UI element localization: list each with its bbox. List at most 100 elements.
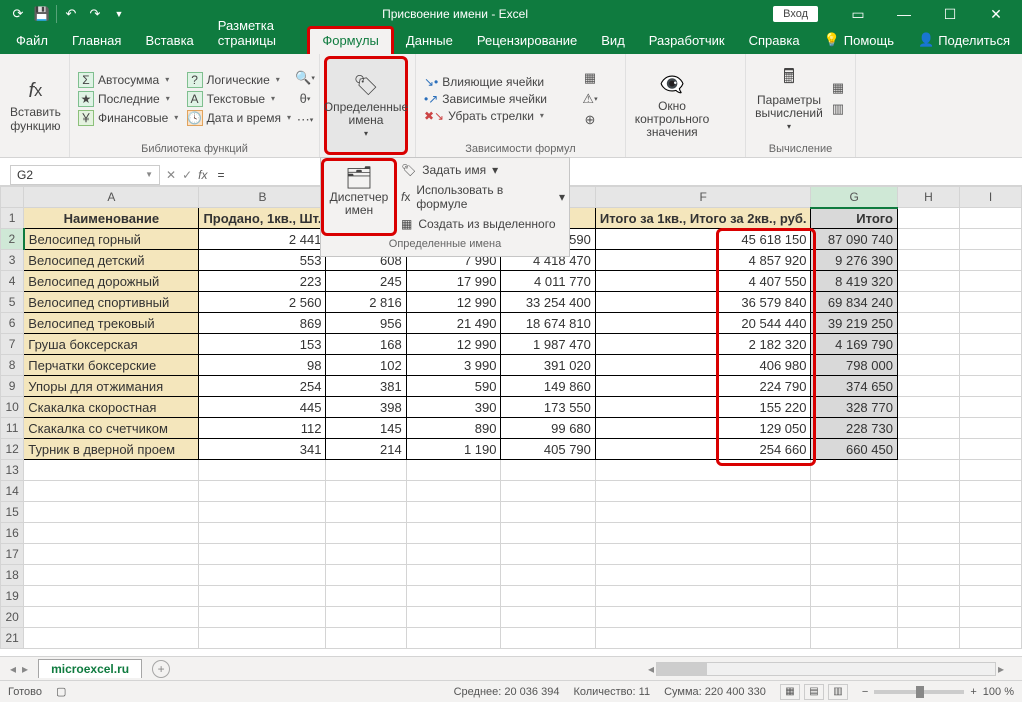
cell[interactable] — [199, 607, 326, 628]
cell[interactable] — [406, 544, 501, 565]
tab-formulas[interactable]: Формулы — [307, 26, 394, 54]
watch-window-button[interactable]: 👁‍🗨 Окно контрольного значения — [630, 56, 714, 155]
cell[interactable]: 2 816 — [326, 292, 406, 313]
cell[interactable]: 398 — [326, 397, 406, 418]
ribbon-options-icon[interactable]: ▭ — [838, 0, 878, 28]
cell[interactable]: 98 — [199, 355, 326, 376]
cell[interactable] — [811, 502, 897, 523]
row-header[interactable]: 10 — [1, 397, 24, 418]
cell[interactable] — [406, 481, 501, 502]
row-header[interactable]: 19 — [1, 586, 24, 607]
cell[interactable]: 956 — [326, 313, 406, 334]
cell[interactable] — [24, 460, 199, 481]
cell[interactable]: 390 — [406, 397, 501, 418]
insert-function-button[interactable]: fx Вставить функцию — [4, 56, 67, 155]
cell[interactable]: 36 579 840 — [595, 292, 811, 313]
tab-insert[interactable]: Вставка — [133, 29, 205, 54]
row-header[interactable]: 1 — [1, 208, 24, 229]
trace-precedents-button[interactable]: ↘•Влияющие ячейки — [420, 74, 580, 90]
cell[interactable]: 2 441 — [199, 229, 326, 250]
cell[interactable] — [897, 502, 959, 523]
cell[interactable] — [959, 586, 1021, 607]
cell[interactable] — [959, 607, 1021, 628]
table-header-cell[interactable]: Итого — [811, 208, 897, 229]
hscrollbar[interactable] — [656, 662, 996, 676]
cell[interactable] — [595, 502, 811, 523]
recent-button[interactable]: ★Последние▾ — [74, 90, 183, 108]
cell[interactable]: 228 730 — [811, 418, 897, 439]
sheet-tab[interactable]: microexcel.ru — [38, 659, 142, 678]
cell[interactable] — [24, 607, 199, 628]
qat-dropdown-icon[interactable]: ▼ — [109, 4, 129, 24]
cell[interactable] — [199, 586, 326, 607]
evaluate-button[interactable]: ⊕ — [580, 110, 600, 130]
cell[interactable] — [811, 460, 897, 481]
sheet-nav-last-icon[interactable]: ▸ — [22, 662, 28, 676]
cell[interactable]: 21 490 — [406, 313, 501, 334]
cell[interactable] — [199, 502, 326, 523]
cell[interactable] — [406, 502, 501, 523]
cell[interactable]: Перчатки боксерские — [24, 355, 199, 376]
redo-icon[interactable]: ↷ — [85, 4, 105, 24]
cell[interactable] — [24, 481, 199, 502]
cell[interactable] — [24, 628, 199, 649]
error-check-button[interactable]: ⚠▾ — [580, 89, 600, 109]
cell[interactable]: 245 — [326, 271, 406, 292]
cell[interactable] — [406, 565, 501, 586]
cell[interactable] — [897, 544, 959, 565]
fx-button[interactable]: fx — [198, 168, 207, 182]
share-button[interactable]: 👤Поделиться — [906, 28, 1022, 54]
cell[interactable] — [326, 544, 406, 565]
cell[interactable] — [326, 460, 406, 481]
financial-button[interactable]: ￥Финансовые▾ — [74, 109, 183, 127]
cell[interactable] — [326, 628, 406, 649]
trace-dependents-button[interactable]: •↗Зависимые ячейки — [420, 91, 580, 107]
col-header[interactable]: A — [24, 187, 199, 208]
cell[interactable] — [326, 502, 406, 523]
cancel-formula-icon[interactable]: ✕ — [166, 168, 176, 182]
cell[interactable] — [959, 523, 1021, 544]
cell[interactable]: 381 — [326, 376, 406, 397]
defined-names-button[interactable]: 🏷 Определенные имена ▾ — [324, 56, 408, 155]
row-header[interactable]: 14 — [1, 481, 24, 502]
cell[interactable] — [959, 628, 1021, 649]
name-box[interactable]: G2▼ — [10, 165, 160, 185]
cell[interactable] — [501, 460, 595, 481]
autosave-icon[interactable]: ⟳ — [8, 4, 28, 24]
add-sheet-button[interactable]: + — [152, 660, 170, 678]
cell[interactable] — [959, 481, 1021, 502]
cell[interactable]: 33 254 400 — [501, 292, 595, 313]
tab-home[interactable]: Главная — [60, 29, 133, 54]
cell[interactable] — [501, 586, 595, 607]
define-name-item[interactable]: 🏷Задать имя▾ — [399, 162, 567, 178]
datetime-button[interactable]: 🕓Дата и время▾ — [183, 109, 295, 127]
col-header[interactable]: H — [897, 187, 959, 208]
cell[interactable]: 168 — [326, 334, 406, 355]
col-header[interactable]: I — [959, 187, 1021, 208]
text-button[interactable]: AТекстовые▾ — [183, 90, 295, 108]
cell[interactable]: Велосипед дорожный — [24, 271, 199, 292]
cell[interactable] — [811, 544, 897, 565]
row-header[interactable]: 17 — [1, 544, 24, 565]
cell[interactable] — [811, 586, 897, 607]
table-header-cell[interactable]: Наименование — [24, 208, 199, 229]
view-normal-button[interactable]: ▦ — [780, 684, 800, 700]
cell[interactable]: 341 — [199, 439, 326, 460]
cell[interactable] — [595, 586, 811, 607]
cell[interactable]: 2 182 320 — [595, 334, 811, 355]
accept-formula-icon[interactable]: ✓ — [182, 168, 192, 182]
more-button[interactable]: ⋯▾ — [295, 110, 315, 130]
zoom-out-button[interactable]: − — [862, 686, 868, 698]
cell[interactable]: 45 618 150 — [595, 229, 811, 250]
cell[interactable] — [501, 607, 595, 628]
cell[interactable] — [24, 544, 199, 565]
table-header-cell[interactable]: Итого за 1кв., Итого за 2кв., руб. — [595, 208, 811, 229]
cell[interactable] — [959, 460, 1021, 481]
use-in-formula-item[interactable]: fxИспользовать в формуле▾ — [399, 182, 567, 212]
cell[interactable] — [326, 586, 406, 607]
cell[interactable]: 18 674 810 — [501, 313, 595, 334]
cell[interactable]: 890 — [406, 418, 501, 439]
row-header[interactable]: 15 — [1, 502, 24, 523]
remove-arrows-button[interactable]: ✖↘Убрать стрелки▾ — [420, 108, 580, 124]
cell[interactable]: 173 550 — [501, 397, 595, 418]
